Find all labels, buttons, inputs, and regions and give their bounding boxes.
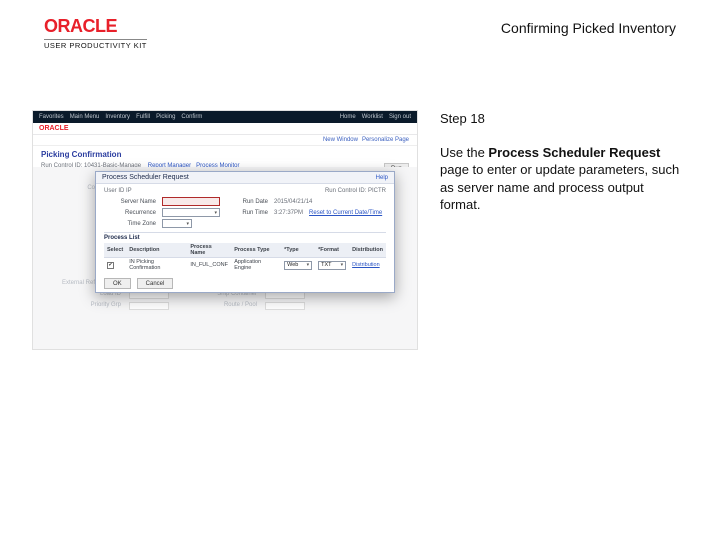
row-format-select[interactable]: TXT (318, 261, 346, 270)
app-screenshot: Favorites Main Menu Inventory Fulfill Pi… (32, 110, 418, 350)
user-id-value: IP (126, 188, 132, 194)
nav-worklist[interactable]: Worklist (362, 114, 383, 120)
content: Favorites Main Menu Inventory Fulfill Pi… (0, 110, 720, 350)
help-link[interactable]: Help (376, 175, 388, 181)
nav-favorites[interactable]: Favorites (39, 114, 64, 120)
run-date-label: Run Date (226, 199, 268, 205)
recurrence-label: Recurrence (104, 210, 156, 216)
th-select: Select (104, 243, 126, 258)
process-list-title: Process List (104, 235, 386, 241)
header: ORACLE USER PRODUCTIVITY KIT Confirming … (0, 0, 720, 50)
instruction-panel: Step 18 Use the Process Scheduler Reques… (440, 110, 684, 350)
oracle-brand: ORACLE (39, 125, 69, 132)
user-id-label: User ID (104, 188, 124, 194)
th-distribution: Distribution (349, 243, 386, 258)
server-name-select[interactable] (162, 197, 220, 206)
modal-title: Process Scheduler Request (102, 174, 189, 181)
th-process-name: Process Name (187, 243, 231, 258)
row-checkbox[interactable] (107, 262, 114, 269)
reset-datetime-link[interactable]: Reset to Current Date/Time (309, 210, 382, 216)
nav-picking[interactable]: Picking (156, 114, 175, 120)
nav-signout[interactable]: Sign out (389, 114, 411, 120)
link-personalize[interactable]: Personalize Page (362, 137, 409, 143)
step-label: Step 18 (440, 110, 684, 128)
process-list-table: Select Description Process Name Process … (104, 243, 386, 272)
page-title: Confirming Picked Inventory (501, 20, 676, 36)
process-scheduler-modal: Process Scheduler Request Help User ID I… (95, 171, 395, 293)
timezone-select[interactable] (162, 219, 192, 228)
th-description: Description (126, 243, 187, 258)
link-new-window[interactable]: New Window (323, 137, 358, 143)
row-description: IN Picking Confirmation (126, 258, 187, 273)
table-row: IN Picking Confirmation IN_FUL_CONF Appl… (104, 258, 386, 273)
th-process-type: Process Type (231, 243, 281, 258)
bg-priority-l: Priority Grp (41, 302, 121, 310)
th-format: *Format (315, 243, 349, 258)
bg-priority-r: Route / Pool (177, 302, 257, 310)
th-type: *Type (281, 243, 315, 258)
instruction-text: Use the Process Scheduler Request page t… (440, 144, 684, 214)
row-process-type: Application Engine (231, 258, 281, 273)
run-time-label: Run Time (226, 210, 268, 216)
timezone-label: Time Zone (104, 221, 156, 227)
run-time-value: 3:27:37PM (274, 210, 303, 216)
row-process-name: IN_FUL_CONF (187, 258, 231, 273)
row-type-select[interactable]: Web (284, 261, 312, 270)
logo: ORACLE USER PRODUCTIVITY KIT (44, 16, 147, 50)
nav-inventory[interactable]: Inventory (105, 114, 130, 120)
run-date-value: 2015/04/21/14 (274, 199, 312, 205)
ok-button[interactable]: OK (104, 278, 131, 289)
instruction-bold: Process Scheduler Request (488, 145, 660, 160)
screen-heading: Picking Confirmation (33, 146, 417, 161)
nav-home[interactable]: Home (340, 114, 356, 120)
brand-bar: ORACLE (33, 123, 417, 135)
modal-titlebar: Process Scheduler Request Help (96, 172, 394, 184)
sub-links: New Window Personalize Page (33, 135, 417, 146)
logo-word: ORACLE (44, 16, 147, 37)
top-navbar: Favorites Main Menu Inventory Fulfill Pi… (33, 111, 417, 123)
nav-mainmenu[interactable]: Main Menu (70, 114, 100, 120)
cancel-button[interactable]: Cancel (137, 278, 174, 289)
modal-runctl-label: Run Control ID: (325, 188, 366, 194)
nav-fulfill[interactable]: Fulfill (136, 114, 150, 120)
modal-runctl-value: PICTR (368, 188, 386, 194)
logo-subtitle: USER PRODUCTIVITY KIT (44, 39, 147, 50)
server-name-label: Server Name (104, 199, 156, 205)
row-distribution-link[interactable]: Distribution (352, 262, 380, 268)
nav-confirm[interactable]: Confirm (181, 114, 202, 120)
recurrence-select[interactable] (162, 208, 220, 217)
